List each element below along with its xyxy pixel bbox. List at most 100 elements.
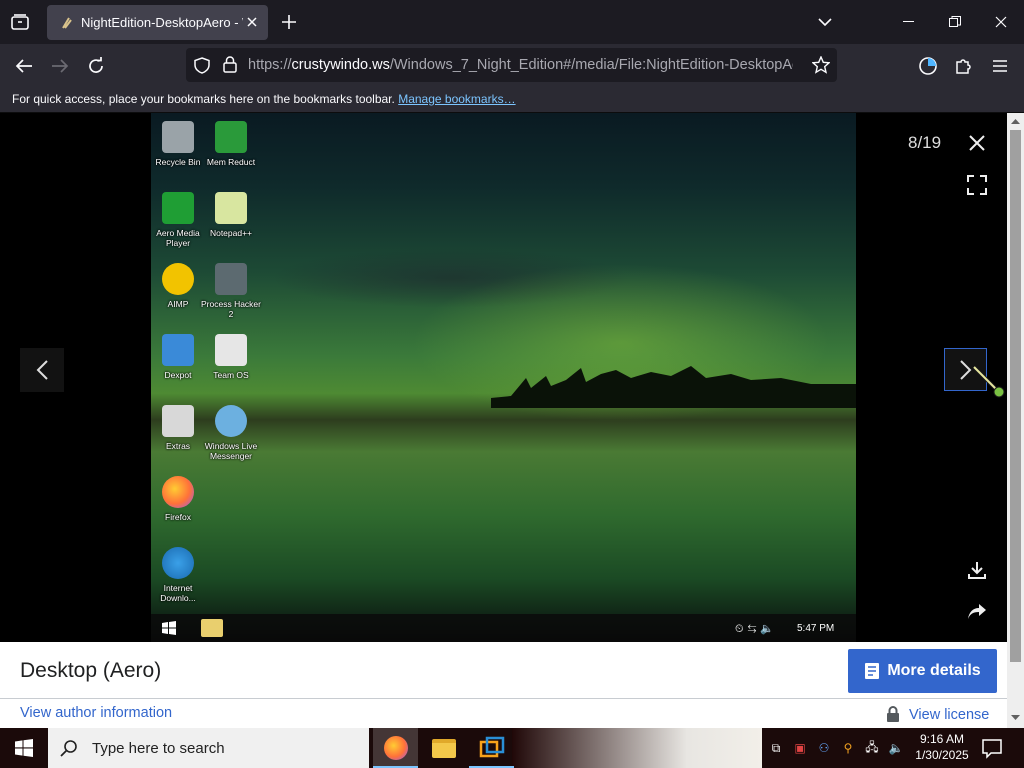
- new-tab-icon[interactable]: [278, 11, 300, 33]
- more-details-button[interactable]: More details: [848, 649, 997, 693]
- desktop-icon-label: Mem Reduct: [206, 157, 256, 167]
- desktop-icon-aimp[interactable]: AIMP: [151, 263, 208, 309]
- clock-time: 9:16 AM: [919, 732, 965, 746]
- search-icon: [60, 740, 77, 757]
- scroll-up-arrow-icon[interactable]: [1011, 117, 1020, 126]
- view-license-link[interactable]: View license: [886, 706, 989, 723]
- minimize-icon[interactable]: [886, 0, 932, 44]
- account-sync-icon[interactable]: [916, 54, 940, 78]
- desktop-icon-label: Process Hacker 2: [201, 299, 261, 319]
- desktop-icon-windows-live-messenger[interactable]: Windows Live Messenger: [201, 405, 261, 461]
- url-domain: crustywindo.ws: [291, 57, 390, 73]
- tracking-shield-icon[interactable]: [194, 57, 210, 79]
- virtual-machine-icon: [479, 736, 504, 758]
- bookmark-star-icon[interactable]: [811, 55, 831, 79]
- volume-icon[interactable]: 🔈: [886, 738, 906, 758]
- page-scrollbar[interactable]: [1007, 113, 1024, 728]
- scrollbar-thumb[interactable]: [1010, 130, 1021, 662]
- system-tray: ⧉ ▣ ⚇ ⚲ 🖧 🔈: [766, 728, 910, 768]
- taskbar-firefox[interactable]: [373, 728, 418, 768]
- close-tab-icon[interactable]: [244, 14, 260, 30]
- back-arrow-icon[interactable]: [12, 54, 36, 78]
- desktop-icon-aero-media-player[interactable]: Aero Media Player: [151, 192, 208, 248]
- desktop-icon-process-hacker[interactable]: Process Hacker 2: [201, 263, 261, 319]
- desktop-icon-internet-download-manager[interactable]: Internet Downlo...: [151, 547, 208, 603]
- desktop-icon-label: Dexpot: [164, 370, 192, 380]
- desktop-icon-label: Notepad++: [209, 228, 253, 238]
- chevron-right-icon: [959, 359, 971, 380]
- download-icon[interactable]: [962, 555, 992, 585]
- pen-cursor-icon: [972, 365, 1005, 398]
- close-window-icon[interactable]: [978, 0, 1024, 44]
- monitor-icon: [215, 263, 247, 295]
- key-icon[interactable]: ⚲: [838, 738, 858, 758]
- url-bar[interactable]: https://crustywindo.ws/Windows_7_Night_E…: [186, 48, 837, 82]
- url-path: /Windows_7_Night_Edition#/media/File:Nig…: [389, 57, 793, 73]
- desktop-icon-firefox[interactable]: Firefox: [151, 476, 208, 522]
- view-license-label: View license: [909, 706, 990, 723]
- desktop-icon-notepad-plus-plus[interactable]: Notepad++: [201, 192, 261, 238]
- document-icon: [215, 334, 247, 366]
- fullscreen-icon[interactable]: [962, 170, 992, 200]
- task-view-icon[interactable]: ⧉: [766, 738, 786, 758]
- security-center-icon[interactable]: ▣: [790, 738, 810, 758]
- download-globe-icon: [162, 547, 194, 579]
- tab-list-icon[interactable]: [8, 10, 32, 34]
- active-tab[interactable]: NightEdition-DesktopAero - Wi: [47, 5, 268, 40]
- folder-zip-icon: [162, 405, 194, 437]
- media-title: Desktop (Aero): [20, 659, 162, 682]
- details-divider: [0, 698, 1007, 699]
- folder-icon: [431, 738, 456, 758]
- desktop-icon-label: Extras: [165, 441, 191, 451]
- screen: NightEdition-DesktopAero - Wi https://cr…: [0, 0, 1024, 768]
- padlock-icon: [887, 706, 899, 722]
- firefox-icon: [162, 476, 194, 508]
- desktop-icon-extras[interactable]: Extras: [151, 405, 208, 451]
- inner-windows7-taskbar: ⏲⇆🔈 5:47 PM: [151, 614, 856, 642]
- taskbar-clock[interactable]: 9:16 AM 1/30/2025: [912, 731, 972, 763]
- desktop-icon-label: AIMP: [167, 299, 189, 309]
- chevron-left-icon: [36, 360, 48, 380]
- taskbar-file-explorer[interactable]: [421, 728, 466, 768]
- app-menu-icon[interactable]: [988, 54, 1012, 78]
- clock-date: 1/30/2025: [915, 748, 969, 762]
- search-placeholder: Type here to search: [92, 739, 225, 757]
- desktop-icon-recycle-bin[interactable]: Recycle Bin: [151, 121, 208, 167]
- desktop-icon-label: Windows Live Messenger: [204, 441, 258, 461]
- desktop-icon-team-os[interactable]: Team OS: [201, 334, 261, 380]
- notepad-icon: [215, 192, 247, 224]
- desktop-icon-label: Internet Downlo...: [160, 583, 196, 603]
- firefox-icon: [383, 736, 408, 760]
- memory-chip-icon: [215, 121, 247, 153]
- treeline-silhouette: [491, 366, 856, 408]
- previous-image-button[interactable]: [20, 348, 64, 392]
- share-arrow-icon[interactable]: [962, 597, 992, 627]
- desktop-icon-dexpot[interactable]: Dexpot: [151, 334, 208, 380]
- taskbar-virtualbox[interactable]: [469, 728, 514, 768]
- network-icon[interactable]: 🖧: [862, 738, 882, 758]
- desktop-icon-mem-reduct[interactable]: Mem Reduct: [201, 121, 261, 167]
- forward-arrow-icon[interactable]: [48, 54, 72, 78]
- network-people-icon[interactable]: ⚇: [814, 738, 834, 758]
- scroll-down-arrow-icon[interactable]: [1011, 713, 1020, 722]
- url-text[interactable]: https://crustywindo.ws/Windows_7_Night_E…: [248, 57, 793, 73]
- list-all-tabs-chevron-down-icon[interactable]: [815, 12, 835, 32]
- start-button[interactable]: [0, 728, 48, 768]
- notification-center-icon[interactable]: [980, 736, 1004, 760]
- desktop-screenshot-image: Recycle Bin Mem Reduct Aero Media Player…: [151, 113, 856, 642]
- view-author-link[interactable]: View author information: [20, 705, 172, 721]
- lock-icon[interactable]: [223, 56, 237, 78]
- inner-tray-icons: ⏲⇆🔈: [735, 623, 779, 635]
- manage-bookmarks-link[interactable]: Manage bookmarks…: [398, 92, 515, 106]
- taskbar-search-box[interactable]: Type here to search: [48, 728, 369, 768]
- restore-icon[interactable]: [932, 0, 978, 44]
- media-viewer: Recycle Bin Mem Reduct Aero Media Player…: [0, 113, 1007, 642]
- reload-icon[interactable]: [84, 54, 108, 78]
- document-icon: [865, 663, 880, 679]
- desktop-icon-label: Recycle Bin: [155, 157, 201, 167]
- tab-title: NightEdition-DesktopAero - Wi: [81, 15, 243, 30]
- extensions-puzzle-icon[interactable]: [952, 54, 976, 78]
- image-counter: 8/19: [908, 133, 942, 152]
- close-viewer-icon[interactable]: [962, 128, 992, 158]
- windows-flag-icon: [162, 621, 176, 635]
